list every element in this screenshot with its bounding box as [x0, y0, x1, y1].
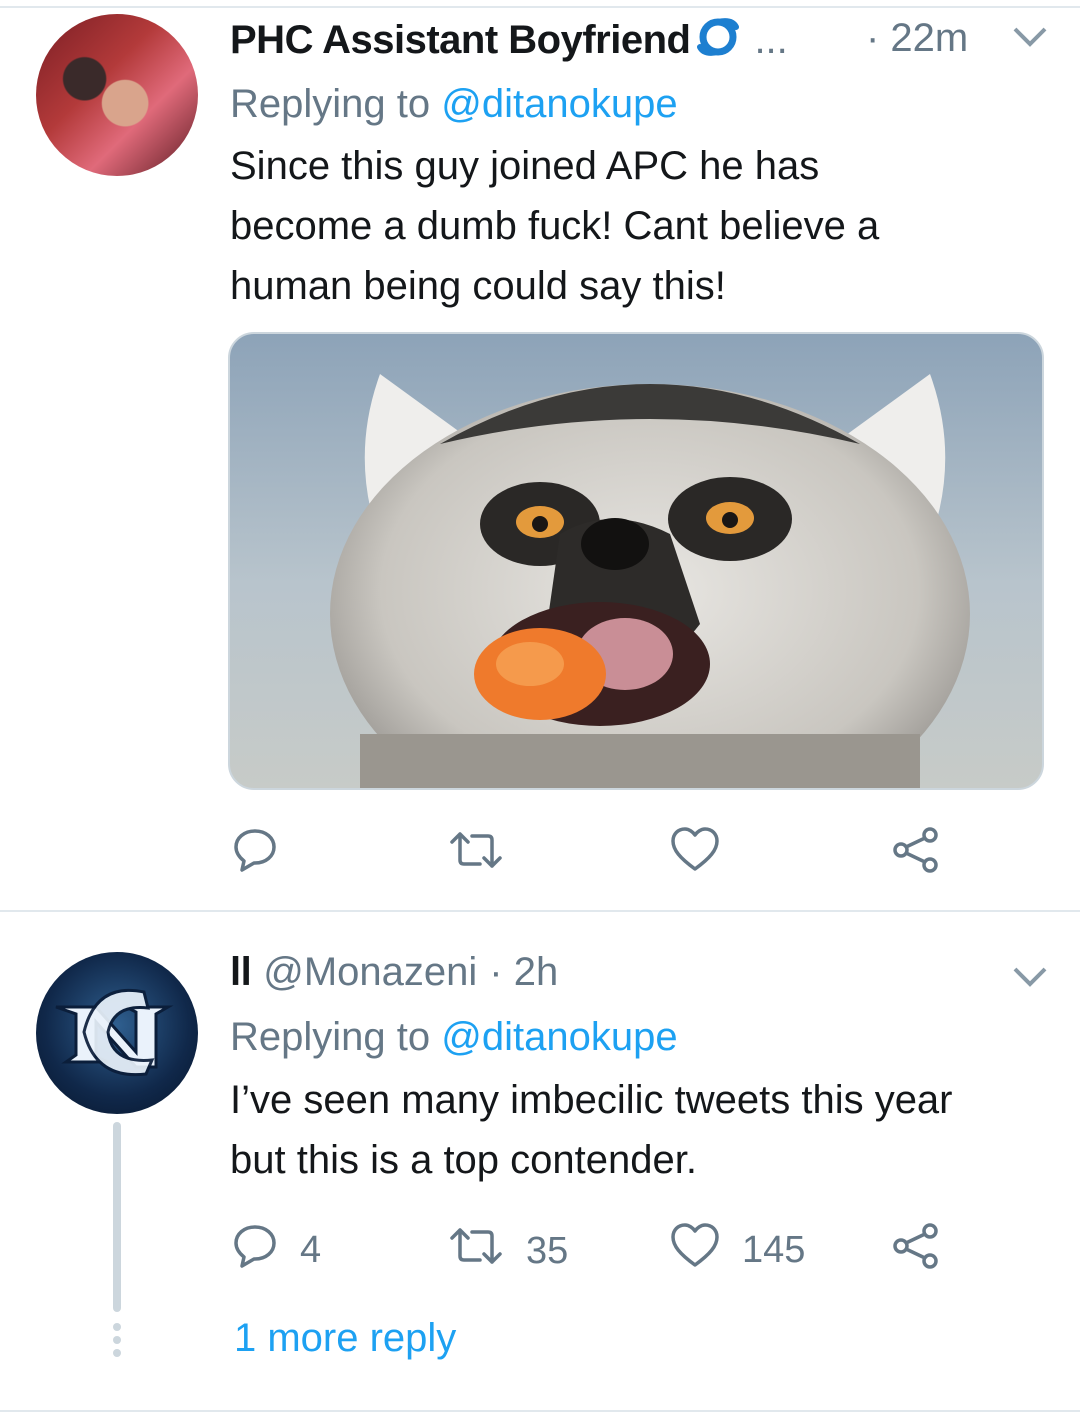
name-truncation: ...: [754, 17, 788, 62]
retweet-icon: [448, 1226, 504, 1276]
share-icon: [892, 826, 940, 884]
tweet-text: I’ve seen many imbecilic tweets this yea…: [230, 1070, 953, 1190]
timestamp[interactable]: · 22m: [866, 16, 968, 61]
chevron-down-icon[interactable]: [1012, 26, 1048, 53]
replying-to-handle[interactable]: @ditanokupe: [441, 82, 677, 126]
lemur-illustration: [330, 374, 970, 788]
share-button[interactable]: [892, 1222, 940, 1280]
hurricane-badge-icon: [696, 13, 740, 67]
reply-button[interactable]: [232, 826, 278, 882]
share-icon: [892, 1222, 940, 1280]
avatar[interactable]: [36, 952, 198, 1114]
reply-button[interactable]: 4: [232, 1222, 321, 1278]
reply-icon: [232, 1222, 278, 1278]
top-divider: [0, 6, 1080, 8]
tweet-text-line: become a dumb fuck! Cant believe a: [230, 204, 880, 248]
thread-line: [113, 1122, 121, 1312]
replying-to-handle[interactable]: @ditanokupe: [441, 1015, 677, 1059]
like-button[interactable]: 145: [670, 1222, 805, 1278]
retweet-button[interactable]: 35: [448, 1226, 568, 1276]
tweet-text-line: but this is a top contender.: [230, 1138, 697, 1182]
tweet-header: ll @Monazeni · 2h: [230, 948, 558, 996]
like-button[interactable]: [670, 826, 720, 882]
like-count: 145: [742, 1228, 806, 1271]
timestamp[interactable]: · 2h: [489, 950, 558, 995]
like-icon: [670, 826, 720, 882]
retweet-count: 35: [526, 1229, 569, 1272]
replying-to: Replying to @ditanokupe: [230, 82, 678, 127]
thread-dots-icon: [110, 1322, 124, 1363]
interlocking-nc-logo-icon: [55, 988, 174, 1077]
replying-to-label: Replying to: [230, 1015, 442, 1059]
share-button[interactable]: [892, 826, 940, 884]
tweet-text-line: Since this guy joined APC he has: [230, 144, 820, 188]
display-name[interactable]: PHC Assistant Boyfriend: [230, 18, 691, 63]
tweet-text: Since this guy joined APC he has become …: [230, 136, 879, 316]
tweet-divider: [0, 910, 1080, 912]
retweet-button[interactable]: [448, 830, 504, 880]
replying-to-label: Replying to: [230, 82, 442, 126]
tweet-image[interactable]: [228, 332, 1044, 790]
display-name[interactable]: ll: [230, 950, 252, 995]
replying-to: Replying to @ditanokupe: [230, 1015, 678, 1060]
reply-icon: [232, 826, 278, 882]
like-icon: [670, 1222, 720, 1278]
tweet-text-line: I’ve seen many imbecilic tweets this yea…: [230, 1078, 953, 1122]
bottom-divider: [0, 1410, 1080, 1412]
user-handle[interactable]: @Monazeni: [263, 950, 477, 995]
tweet-text-line: human being could say this!: [230, 264, 726, 308]
retweet-icon: [448, 830, 504, 880]
more-replies-link[interactable]: 1 more reply: [234, 1316, 456, 1361]
chevron-down-icon[interactable]: [1012, 966, 1048, 993]
reply-count: 4: [300, 1228, 322, 1271]
avatar[interactable]: [36, 14, 198, 176]
tweet-header: PHC Assistant Boyfriend ...: [230, 16, 788, 64]
